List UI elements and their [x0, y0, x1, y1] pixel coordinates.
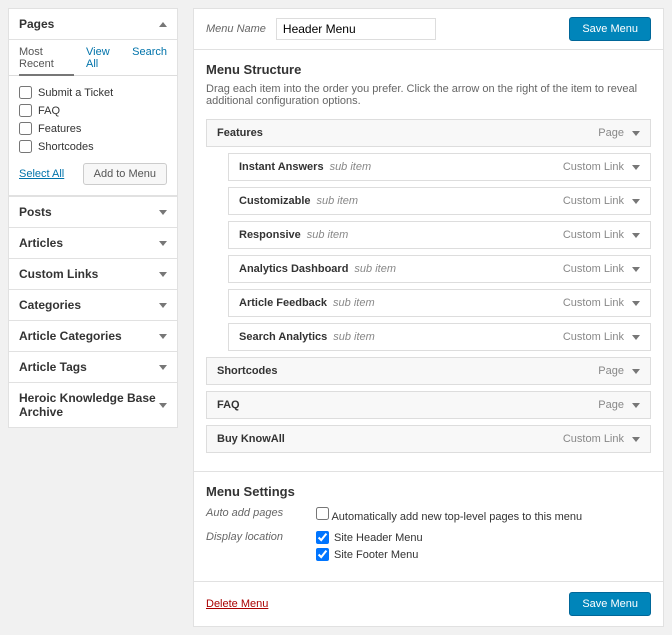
auto-add-label: Auto add pages — [206, 507, 296, 523]
loc-footer[interactable]: Site Footer Menu — [316, 548, 423, 561]
save-menu-button[interactable]: Save Menu — [569, 17, 651, 41]
menu-item[interactable]: Search Analyticssub itemCustom Link — [228, 323, 651, 351]
tab-view-all[interactable]: View All — [86, 46, 120, 71]
panel-pages[interactable]: Pages — [8, 8, 178, 40]
panel-article-categories[interactable]: Article Categories — [8, 320, 178, 352]
panel-article-tags[interactable]: Article Tags — [8, 351, 178, 383]
chevron-down-icon — [632, 369, 640, 374]
panel-articles[interactable]: Articles — [8, 227, 178, 259]
page-item[interactable]: Submit a Ticket — [19, 86, 167, 99]
chevron-down-icon — [632, 233, 640, 238]
chevron-down-icon — [159, 334, 167, 339]
page-item[interactable]: Features — [19, 122, 167, 135]
chevron-down-icon — [159, 241, 167, 246]
chevron-down-icon — [632, 301, 640, 306]
page-item[interactable]: FAQ — [19, 104, 167, 117]
chevron-down-icon — [159, 303, 167, 308]
tab-search[interactable]: Search — [132, 46, 167, 71]
chevron-down-icon — [632, 267, 640, 272]
select-all-link[interactable]: Select All — [19, 168, 64, 180]
chevron-down-icon — [632, 165, 640, 170]
menu-item[interactable]: ShortcodesPage — [206, 357, 651, 385]
chevron-down-icon — [632, 335, 640, 340]
auto-add-option[interactable]: Automatically add new top-level pages to… — [316, 507, 582, 523]
chevron-down-icon — [632, 131, 640, 136]
chevron-up-icon — [159, 22, 167, 27]
menu-name-input[interactable] — [276, 18, 436, 40]
panel-posts[interactable]: Posts — [8, 196, 178, 228]
chevron-down-icon — [632, 403, 640, 408]
chevron-down-icon — [159, 403, 167, 408]
menu-item[interactable]: Responsivesub itemCustom Link — [228, 221, 651, 249]
structure-hint: Drag each item into the order you prefer… — [206, 83, 651, 107]
sidebar: Pages Most Recent View All Search Submit… — [8, 8, 178, 627]
menu-item[interactable]: FAQPage — [206, 391, 651, 419]
chevron-down-icon — [159, 210, 167, 215]
menu-item[interactable]: Buy KnowAllCustom Link — [206, 425, 651, 453]
menu-item[interactable]: FeaturesPage — [206, 119, 651, 147]
menu-item[interactable]: Instant Answerssub itemCustom Link — [228, 153, 651, 181]
chevron-down-icon — [159, 272, 167, 277]
delete-menu-link[interactable]: Delete Menu — [206, 598, 268, 610]
loc-header[interactable]: Site Header Menu — [316, 531, 423, 544]
display-location-label: Display location — [206, 531, 296, 561]
menu-name-label: Menu Name — [206, 23, 266, 35]
chevron-down-icon — [632, 199, 640, 204]
chevron-down-icon — [632, 437, 640, 442]
menu-item[interactable]: Article Feedbacksub itemCustom Link — [228, 289, 651, 317]
menu-item[interactable]: Analytics Dashboardsub itemCustom Link — [228, 255, 651, 283]
page-item[interactable]: Shortcodes — [19, 140, 167, 153]
chevron-down-icon — [159, 365, 167, 370]
panel-custom-links[interactable]: Custom Links — [8, 258, 178, 290]
save-menu-button-bottom[interactable]: Save Menu — [569, 592, 651, 616]
main: Menu Name Save Menu Menu Structure Drag … — [193, 8, 664, 627]
menu-structure-title: Menu Structure — [206, 62, 651, 77]
add-to-menu-button[interactable]: Add to Menu — [83, 163, 167, 185]
menu-settings-title: Menu Settings — [206, 484, 651, 499]
tab-most-recent[interactable]: Most Recent — [19, 46, 74, 76]
panel-heroic-knowledge-base-archive[interactable]: Heroic Knowledge Base Archive — [8, 382, 178, 428]
panel-categories[interactable]: Categories — [8, 289, 178, 321]
menu-item[interactable]: Customizablesub itemCustom Link — [228, 187, 651, 215]
